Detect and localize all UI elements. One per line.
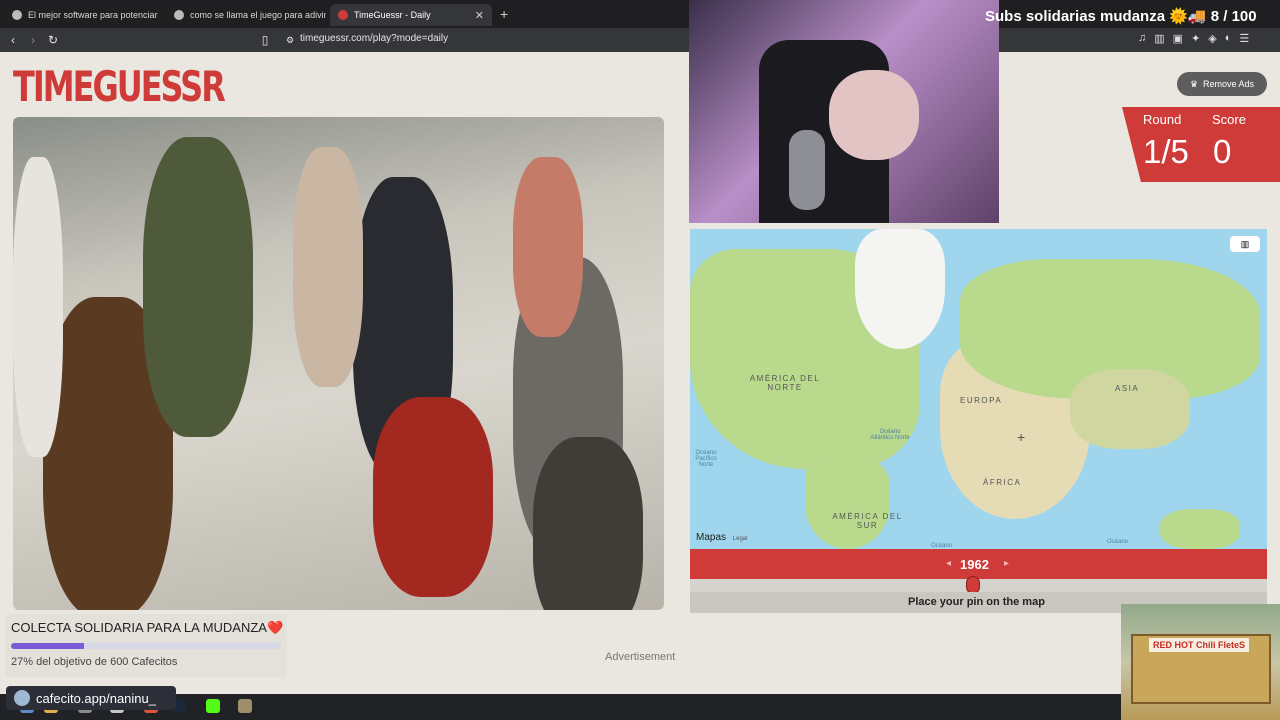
new-tab-button[interactable]: + bbox=[500, 6, 508, 22]
tab-label: El mejor software para potenciar bbox=[28, 10, 158, 20]
theme-icon[interactable]: ◐ bbox=[1225, 32, 1232, 45]
tab-label: TimeGuessr - Daily bbox=[354, 10, 431, 20]
menu-icon[interactable]: ☰ bbox=[1239, 32, 1249, 45]
google-icon bbox=[174, 10, 184, 20]
pin-instruction: Place your pin on the map bbox=[908, 596, 1045, 608]
url-field[interactable]: timeguessr.com/play?mode=daily bbox=[300, 33, 448, 44]
forward-icon[interactable]: › bbox=[26, 33, 40, 47]
label-asia: ASIA bbox=[1115, 384, 1140, 393]
year-increment-icon[interactable]: ▸ bbox=[1004, 558, 1009, 569]
label-europe: EUROPA bbox=[960, 396, 1003, 405]
year-value: 1962 bbox=[960, 557, 989, 572]
world-map[interactable]: AMÉRICA DEL NORTE EUROPA ASIA ÁFRICA AMÉ… bbox=[690, 229, 1267, 549]
back-icon[interactable]: ‹ bbox=[6, 33, 20, 47]
donation-progress-fill bbox=[11, 643, 84, 649]
label-atlantic: Océano Atlántico Norte bbox=[870, 429, 910, 441]
close-tab-icon[interactable]: ✕ bbox=[475, 9, 484, 22]
browser-tab-2[interactable]: como se llama el juego para adivinar bbox=[166, 4, 326, 26]
maps-attribution: Mapas Legal bbox=[696, 532, 748, 543]
truck-overlay-image: RED HOT Chili FleteS bbox=[1121, 604, 1280, 720]
score-label: Score bbox=[1212, 112, 1246, 127]
kick-icon[interactable] bbox=[206, 699, 220, 713]
label-north-america: AMÉRICA DEL NORTE bbox=[749, 374, 821, 392]
cafecito-link-label: cafecito.app/naninu_ bbox=[36, 690, 156, 706]
remove-ads-button[interactable]: ♛ Remove Ads bbox=[1177, 72, 1267, 96]
donation-subtitle: 27% del objetivo de 600 Cafecitos bbox=[11, 656, 178, 668]
score-value: 0 bbox=[1213, 133, 1232, 170]
media-icon[interactable]: ♫ bbox=[1138, 32, 1146, 45]
cafecito-link[interactable]: cafecito.app/naninu_ bbox=[6, 686, 176, 710]
donation-title: COLECTA SOLIDARIA PARA LA MUDANZA❤️ bbox=[11, 620, 284, 635]
round-value: 1/5 bbox=[1143, 133, 1189, 170]
year-decrement-icon[interactable]: ◂ bbox=[946, 558, 951, 569]
advertisement-label: Advertisement bbox=[605, 651, 676, 663]
label-pacific: Océano Pacífico Norte bbox=[695, 450, 717, 468]
label-africa: ÁFRICA bbox=[983, 478, 1022, 487]
remove-ads-label: Remove Ads bbox=[1203, 79, 1255, 89]
maps-legal-link[interactable]: Legal bbox=[733, 536, 748, 542]
donation-progress bbox=[11, 643, 281, 649]
timeguessr-favicon-icon bbox=[338, 10, 348, 20]
label-south-america: AMÉRICA DEL SUR bbox=[832, 512, 903, 530]
round-label: Round bbox=[1143, 112, 1182, 127]
sidebar-icon[interactable]: ▥ bbox=[1154, 32, 1164, 45]
vpn-icon[interactable]: ◈ bbox=[1208, 32, 1216, 45]
label-ocean-2: Océano bbox=[1107, 539, 1129, 545]
taskbar bbox=[0, 694, 1280, 720]
tab-label: como se llama el juego para adivinar bbox=[190, 10, 326, 20]
truck-sign: RED HOT Chili FleteS bbox=[1149, 638, 1249, 652]
webcam-overlay bbox=[689, 0, 999, 223]
site-info-icon[interactable]: ⚙ bbox=[283, 33, 297, 47]
app-icon-3[interactable] bbox=[238, 699, 252, 713]
timeguessr-logo[interactable]: TIMEGUESSR bbox=[13, 62, 226, 111]
browser-tab-active[interactable]: TimeGuessr - Daily ✕ bbox=[330, 4, 492, 26]
stream-title: Subs solidarias mudanza 🌞🚚 8 / 100 bbox=[985, 8, 1257, 25]
cafecito-icon bbox=[14, 690, 30, 706]
game-photo bbox=[13, 117, 664, 610]
bookmark-icon[interactable]: ▯ bbox=[258, 33, 272, 47]
crosshair-icon: + bbox=[1017, 429, 1026, 445]
crown-icon: ♛ bbox=[1189, 78, 1199, 89]
address-bar bbox=[0, 28, 1280, 52]
browser-tab-1[interactable]: El mejor software para potenciar bbox=[4, 4, 164, 26]
extension-icon[interactable]: ✦ bbox=[1191, 32, 1200, 45]
wallet-icon[interactable]: ▣ bbox=[1173, 32, 1183, 45]
tab-favicon-icon bbox=[12, 10, 22, 20]
reload-icon[interactable]: ↻ bbox=[46, 33, 60, 47]
map-type-icon[interactable]: ▥ bbox=[1230, 236, 1260, 252]
